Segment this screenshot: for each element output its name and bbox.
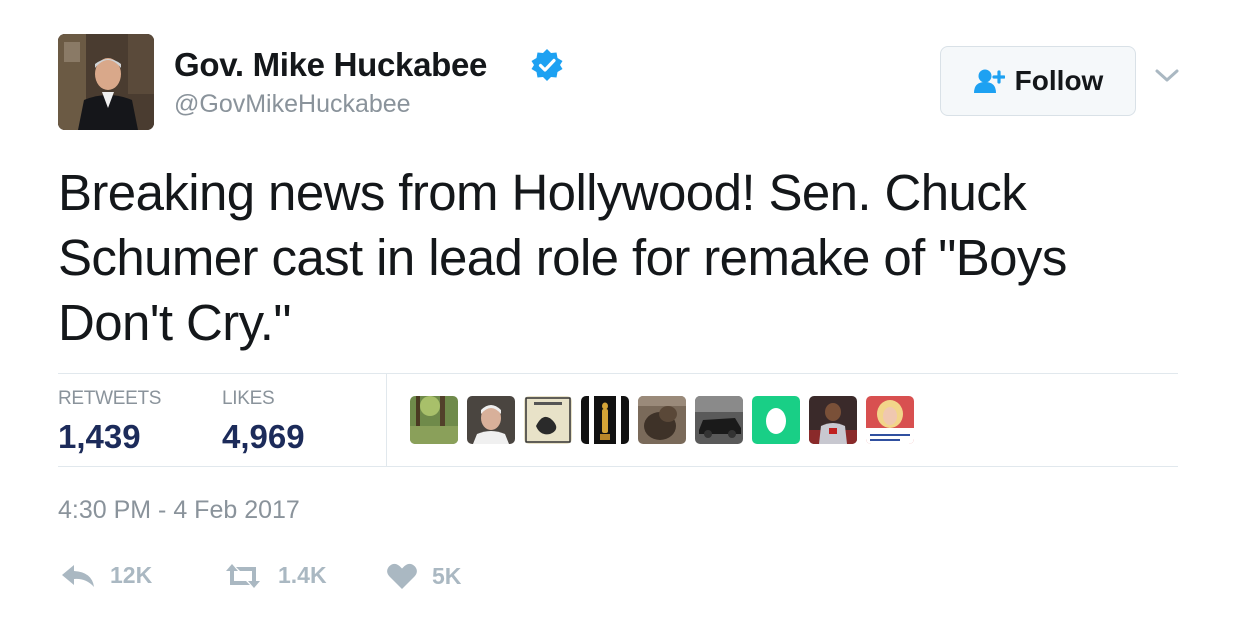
retweet-button[interactable]: 1.4K (222, 562, 327, 589)
older-man-avatar[interactable] (467, 396, 515, 444)
add-user-icon (973, 69, 1005, 93)
forest-photo-avatar[interactable] (410, 396, 458, 444)
likes-value: 4,969 (222, 418, 305, 455)
blonde-woman-avatar[interactable] (866, 396, 914, 444)
verified-badge-icon (531, 49, 563, 81)
sketch-art-avatar[interactable] (524, 396, 572, 444)
tweet-line: Don't Cry." (58, 294, 291, 351)
follow-button[interactable]: Follow (940, 46, 1136, 116)
chevron-down-icon[interactable] (1154, 66, 1180, 86)
tweet-text: Breaking news from Hollywood! Sen. Chuck… (58, 160, 1178, 355)
heart-icon (387, 563, 417, 589)
likes-label: LIKES (222, 388, 275, 409)
retweet-icon (226, 563, 260, 588)
tweet-line: Breaking news from Hollywood! Sen. Chuck (58, 164, 1027, 221)
person-photo-icon (58, 34, 154, 130)
tweet-line: Schumer cast in lead role for remake of … (58, 229, 1067, 286)
dog-avatar[interactable] (638, 396, 686, 444)
retweet-count: 1.4K (278, 562, 327, 588)
user-handle[interactable]: @GovMikeHuckabee (174, 90, 411, 119)
like-button[interactable]: 5K (386, 562, 461, 590)
oscar-statue-avatar[interactable] (581, 396, 629, 444)
liker-avatars (410, 396, 914, 444)
display-name[interactable]: Gov. Mike Huckabee (174, 46, 487, 84)
profile-avatar[interactable] (58, 34, 154, 130)
divider (58, 373, 1178, 374)
basketball-player-avatar[interactable] (809, 396, 857, 444)
green-egg-avatar[interactable] (752, 396, 800, 444)
reply-button[interactable]: 12K (60, 562, 152, 589)
follow-label: Follow (1014, 65, 1104, 96)
reply-icon (62, 564, 94, 587)
likes-stat[interactable]: LIKES 4,969 (222, 388, 305, 456)
stats-divider (386, 374, 387, 466)
tweet-timestamp[interactable]: 4:30 PM - 4 Feb 2017 (58, 496, 300, 525)
retweets-stat[interactable]: RETWEETS 1,439 (58, 388, 161, 456)
car-avatar[interactable] (695, 396, 743, 444)
reply-count: 12K (110, 562, 153, 588)
divider (58, 466, 1178, 467)
like-count: 5K (432, 562, 462, 589)
retweets-label: RETWEETS (58, 388, 162, 409)
retweets-value: 1,439 (58, 418, 141, 455)
